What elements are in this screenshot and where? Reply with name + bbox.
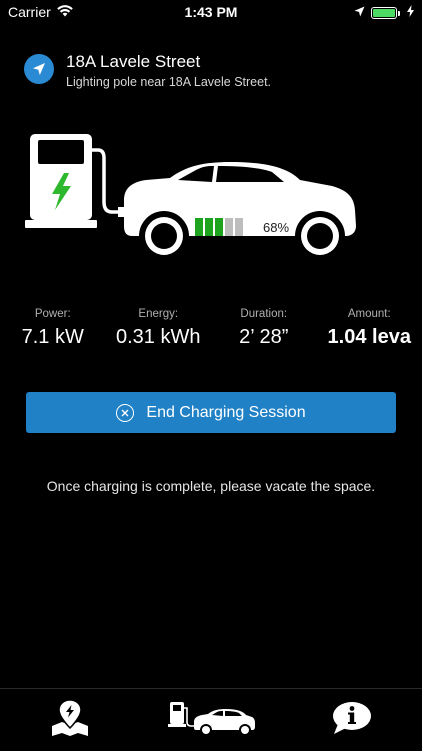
charging-station-icon — [25, 134, 127, 228]
stat-label: Amount: — [317, 308, 422, 320]
end-charging-label: End Charging Session — [146, 404, 305, 422]
tab-info[interactable] — [281, 689, 422, 751]
vacate-notice: Once charging is complete, please vacate… — [0, 478, 422, 494]
stat-amount: Amount: 1.04 leva — [317, 308, 422, 349]
session-stats: Power: 7.1 kW Energy: 0.31 kWh Duration:… — [0, 308, 422, 349]
info-bubble-icon — [330, 700, 374, 741]
battery-cell — [205, 218, 213, 236]
battery-fill — [373, 9, 395, 17]
tab-bar — [0, 688, 422, 751]
status-right — [354, 4, 414, 22]
stat-energy: Energy: 0.31 kWh — [106, 308, 212, 349]
charging-illustration: 68% — [0, 128, 422, 268]
location-text: 18A Lavele Street Lighting pole near 18A… — [66, 52, 271, 89]
stat-value: 0.31 kWh — [106, 326, 212, 349]
map-pin-icon — [48, 698, 92, 743]
location-header: 18A Lavele Street Lighting pole near 18A… — [24, 52, 271, 89]
battery-cell — [225, 218, 233, 236]
tab-charging[interactable] — [141, 689, 282, 751]
location-title: 18A Lavele Street — [66, 52, 271, 72]
tab-map[interactable] — [0, 689, 141, 751]
car-icon — [124, 162, 356, 261]
battery-cell — [195, 218, 203, 236]
battery-percent: 68% — [263, 220, 289, 235]
close-circle-icon — [116, 404, 134, 422]
stat-value: 1.04 leva — [317, 326, 422, 349]
car-battery-indicator: 68% — [195, 218, 289, 236]
charger-car-graphic — [0, 128, 422, 268]
stat-label: Duration: — [211, 308, 317, 320]
stat-value: 2’ 28” — [211, 326, 317, 349]
stat-value: 7.1 kW — [0, 326, 106, 349]
battery-cell — [215, 218, 223, 236]
location-services-icon — [354, 4, 365, 22]
battery-icon — [371, 7, 397, 19]
charging-bolt-icon — [407, 4, 414, 22]
end-charging-button[interactable]: End Charging Session — [26, 392, 396, 433]
battery-cell — [235, 218, 243, 236]
stat-label: Energy: — [106, 308, 212, 320]
stat-label: Power: — [0, 308, 106, 320]
charging-car-icon — [166, 700, 256, 741]
status-bar: Carrier 1:43 PM — [0, 0, 422, 24]
stat-power: Power: 7.1 kW — [0, 308, 106, 349]
location-arrow-icon — [24, 54, 54, 84]
location-subtitle: Lighting pole near 18A Lavele Street. — [66, 75, 271, 89]
stat-duration: Duration: 2’ 28” — [211, 308, 317, 349]
